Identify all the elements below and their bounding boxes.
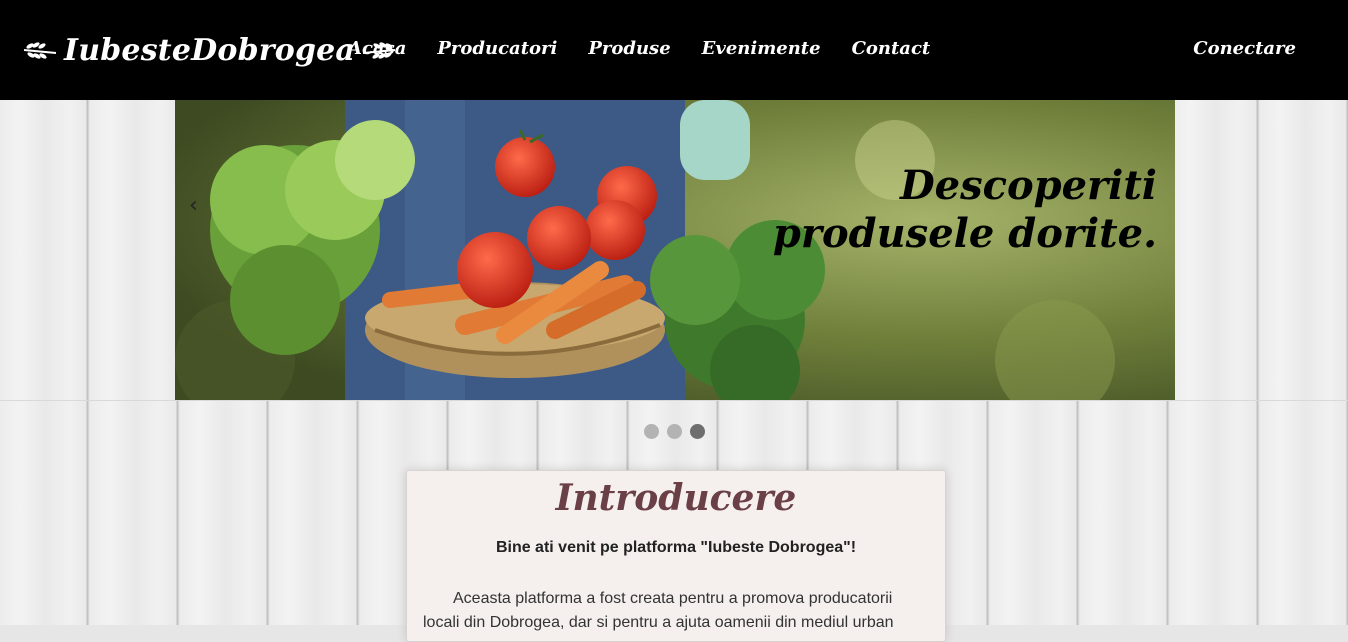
nav-link-acasa[interactable]: Acasa (348, 38, 406, 59)
navbar: IubesteDobrogea Acasa Producatori Produs… (0, 0, 1348, 100)
caption-line-2: produsele dorite. (772, 210, 1157, 257)
caption-line-1: Descoperiti (899, 162, 1157, 209)
nav-link-contact[interactable]: Contact (852, 38, 931, 59)
nav-link-producatori[interactable]: Producatori (437, 38, 557, 59)
wheat-sprig-icon (23, 42, 57, 59)
carousel-indicators (644, 424, 705, 439)
nav-link-produse[interactable]: Produse (588, 38, 670, 59)
carousel-prev-arrow[interactable]: ‹ (189, 193, 198, 218)
brand-logo[interactable]: IubesteDobrogea (22, 28, 397, 72)
intro-panel: Introducere Bine ati venit pe platforma … (406, 470, 946, 642)
brand-name: IubesteDobrogea (64, 32, 356, 68)
carousel-indicator-2[interactable] (667, 424, 682, 439)
intro-title: Introducere (555, 477, 797, 519)
hero-carousel[interactable]: Descoperiti produsele dorite. ‹ (175, 100, 1175, 400)
login-link[interactable]: Conectare (1193, 38, 1296, 59)
main-nav: Acasa Producatori Produse Evenimente Con… (348, 38, 930, 59)
intro-body: Aceasta platforma a fost creata pentru a… (423, 590, 894, 631)
nav-link-evenimente[interactable]: Evenimente (702, 38, 821, 59)
carousel-indicator-3[interactable] (690, 424, 705, 439)
intro-subtitle: Bine ati venit pe platforma "Iubeste Dob… (495, 539, 857, 556)
carousel-indicator-1[interactable] (644, 424, 659, 439)
carousel-caption: Descoperiti produsele dorite. (773, 162, 1157, 258)
